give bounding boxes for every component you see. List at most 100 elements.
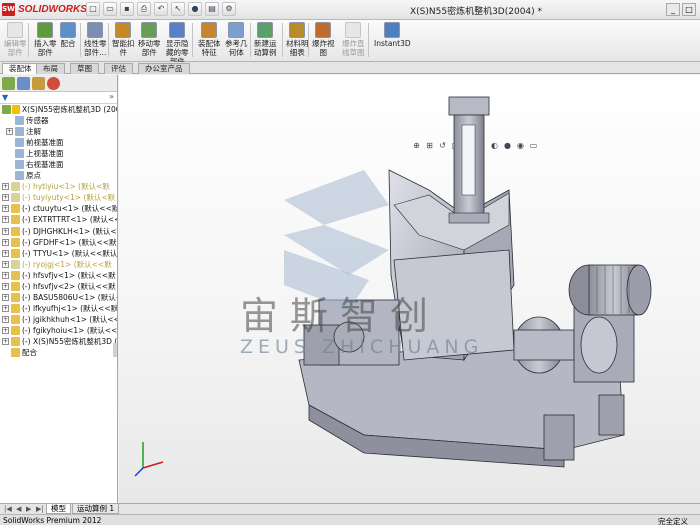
open-folder-icon[interactable]: ▭ (103, 2, 117, 16)
expand-icon[interactable]: + (2, 315, 9, 323)
tab-office-products[interactable]: 办公室产品 (138, 63, 190, 74)
configuration-manager-tab-icon[interactable] (32, 77, 45, 90)
part-icon (11, 193, 20, 203)
ribbon-separator (108, 23, 109, 57)
file-properties-icon[interactable]: ▤ (205, 2, 219, 16)
tree-item[interactable]: 原点 (0, 170, 117, 181)
tree-item[interactable]: + (-) hfsvfjv<1> (默认<<默 (0, 270, 117, 281)
expand-icon[interactable]: + (2, 183, 9, 191)
feature-manager-tabs (0, 75, 117, 92)
graphics-area[interactable]: ⊕ ⊞ ↺ ◫ ▣ ◼ ◐ ● ◉ ▭ (119, 75, 700, 503)
tree-filter-bar[interactable]: ▼ » (0, 92, 117, 104)
tree-item[interactable]: + (-) tuyiyuty<1> (默认<默 (0, 192, 117, 203)
new-document-icon[interactable]: □ (86, 2, 100, 16)
expand-icon[interactable]: + (2, 205, 9, 213)
new-motion-study-button[interactable]: 新建运 动算例 (254, 22, 277, 60)
expand-icon[interactable]: + (2, 238, 9, 246)
part-icon (11, 259, 20, 269)
assembly-features-button[interactable]: 装配体 特征 (198, 22, 221, 60)
tree-item[interactable]: + (-) X(S)N55密炼机整机3D (2 (0, 336, 117, 347)
tree-item[interactable]: + (-) BASU5806U<1> (默认<< (0, 292, 117, 303)
tab-model[interactable]: 模型 (46, 504, 71, 514)
expand-icon[interactable]: + (2, 260, 9, 268)
move-component-icon (141, 22, 158, 38)
tab-nav-next-icon[interactable]: ▶ (26, 505, 31, 513)
exploded-view-button[interactable]: 爆炸视图 (312, 22, 335, 60)
print-icon[interactable]: ⎙ (137, 2, 151, 16)
assembly-features-icon (201, 22, 218, 38)
tab-motion-study-1[interactable]: 运动算例 1 (72, 504, 120, 514)
tree-item[interactable]: + (-) jgikhkhuh<1> (默认<<默 (0, 314, 117, 325)
tree-item[interactable]: + (-) hfsvfjv<2> (默认<<默 (0, 281, 117, 292)
filter-icon[interactable]: ▼ (2, 93, 8, 102)
expand-icon[interactable]: + (2, 293, 9, 301)
ribbon-separator (250, 23, 251, 57)
tree-item[interactable]: + (-) TTYU<1> (默认<<默认> (0, 248, 117, 259)
expand-icon[interactable]: + (2, 326, 9, 334)
tab-nav-last-icon[interactable]: ▶| (36, 505, 44, 513)
tree-item[interactable]: + (-) GFDHF<1> (默认<<默认> (0, 237, 117, 248)
show-hidden-components-button[interactable]: 显示隐藏的零部件 (166, 22, 189, 66)
instant3d-button[interactable]: Instant3D (374, 22, 411, 60)
solidworks-logo[interactable]: SW SOLIDWORKS (2, 2, 87, 18)
edit-component-button[interactable]: 编辑零 部件 (4, 22, 27, 60)
feature-icon (15, 149, 24, 159)
tree-scrollbar[interactable] (113, 343, 117, 357)
move-component-button[interactable]: 移动零 部件 (138, 22, 161, 60)
reference-triad-icon (134, 442, 164, 477)
tab-nav-first-icon[interactable]: |◀ (4, 505, 12, 513)
expand-icon[interactable]: + (6, 128, 13, 136)
tab-nav-prev-icon[interactable]: ◀ (16, 505, 21, 513)
tree-item-label: (-) GFDHF<1> (默认<<默认> (22, 237, 117, 247)
expand-icon[interactable]: + (2, 337, 9, 345)
chevron-down-icon[interactable]: » (109, 92, 114, 101)
tree-root[interactable]: X(S)N55密炼机整机3D (2004) ( (0, 104, 117, 115)
tree-item[interactable]: + (-) lfkyufhj<1> (默认<<默 (0, 303, 117, 314)
expand-icon[interactable]: + (2, 249, 9, 257)
tree-item[interactable]: + (-) EXTRTTRT<1> (默认<<默 (0, 214, 117, 225)
tab-evaluate[interactable]: 评估 (104, 63, 133, 74)
options-icon[interactable]: ⚙ (222, 2, 236, 16)
explode-line-sketch-button[interactable]: 爆炸直 线草图 (342, 22, 365, 60)
tree-item[interactable]: 右视基准面 (0, 159, 117, 170)
linear-pattern-button[interactable]: 线性零 部件... (84, 22, 107, 60)
tree-item[interactable]: + (-) hytiyiu<1> (默认<默 (0, 181, 117, 192)
insert-components-button[interactable]: 插入零 部件 (34, 22, 57, 60)
tree-item[interactable]: + 注解 (0, 126, 117, 137)
tree-item[interactable]: 传感器 (0, 115, 117, 126)
maximize-icon[interactable]: □ (682, 3, 696, 16)
smart-fasteners-button[interactable]: 智能扣件 (112, 22, 135, 60)
expand-icon[interactable]: + (2, 271, 9, 279)
tree-item[interactable]: 配合 (0, 347, 117, 358)
rebuild-icon[interactable]: ● (188, 2, 202, 16)
save-icon[interactable]: ▪ (120, 2, 134, 16)
tab-sketch[interactable]: 草图 (70, 63, 99, 74)
tree-item[interactable]: + (-) ryojgj<1> (默认<<默 (0, 259, 117, 270)
part-icon (11, 336, 20, 346)
expand-icon[interactable]: + (2, 282, 9, 290)
tab-assembly[interactable]: 装配体 (2, 63, 39, 74)
tree-item[interactable]: 上视基准面 (0, 148, 117, 159)
reference-geometry-button[interactable]: 参考几 何体 (225, 22, 248, 60)
select-icon[interactable]: ↖ (171, 2, 185, 16)
quick-access-toolbar: □ ▭ ▪ ⎙ ↶ ↖ ● ▤ ⚙ (86, 2, 236, 18)
tree-item[interactable]: + (-) fgikyhoiu<1> (默认<<默 (0, 325, 117, 336)
feature-tree-tab-icon[interactable] (2, 77, 15, 90)
property-manager-tab-icon[interactable] (17, 77, 30, 90)
tab-layout[interactable]: 布局 (36, 63, 65, 74)
explode-line-sketch-icon (345, 22, 362, 38)
ribbon-button-label: 移动零 部件 (138, 39, 161, 57)
mate-button[interactable]: 配合 (60, 22, 76, 60)
undo-icon[interactable]: ↶ (154, 2, 168, 16)
tree-item[interactable]: + (-) DJHGHKLH<1> (默认<<默 (0, 226, 117, 237)
expand-icon[interactable]: + (2, 194, 9, 202)
tree-item[interactable]: + (-) ctuuytu<1> (默认<<默认 (0, 203, 117, 214)
bill-of-materials-button[interactable]: 材料明 细表 (286, 22, 309, 60)
tree-item[interactable]: 前视基准面 (0, 137, 117, 148)
expand-icon[interactable]: + (2, 304, 9, 312)
expand-icon[interactable]: + (2, 216, 9, 224)
minimize-icon[interactable]: _ (666, 3, 680, 16)
expand-icon[interactable]: + (2, 227, 9, 235)
display-manager-tab-icon[interactable] (47, 77, 60, 90)
ribbon-separator (80, 23, 81, 57)
